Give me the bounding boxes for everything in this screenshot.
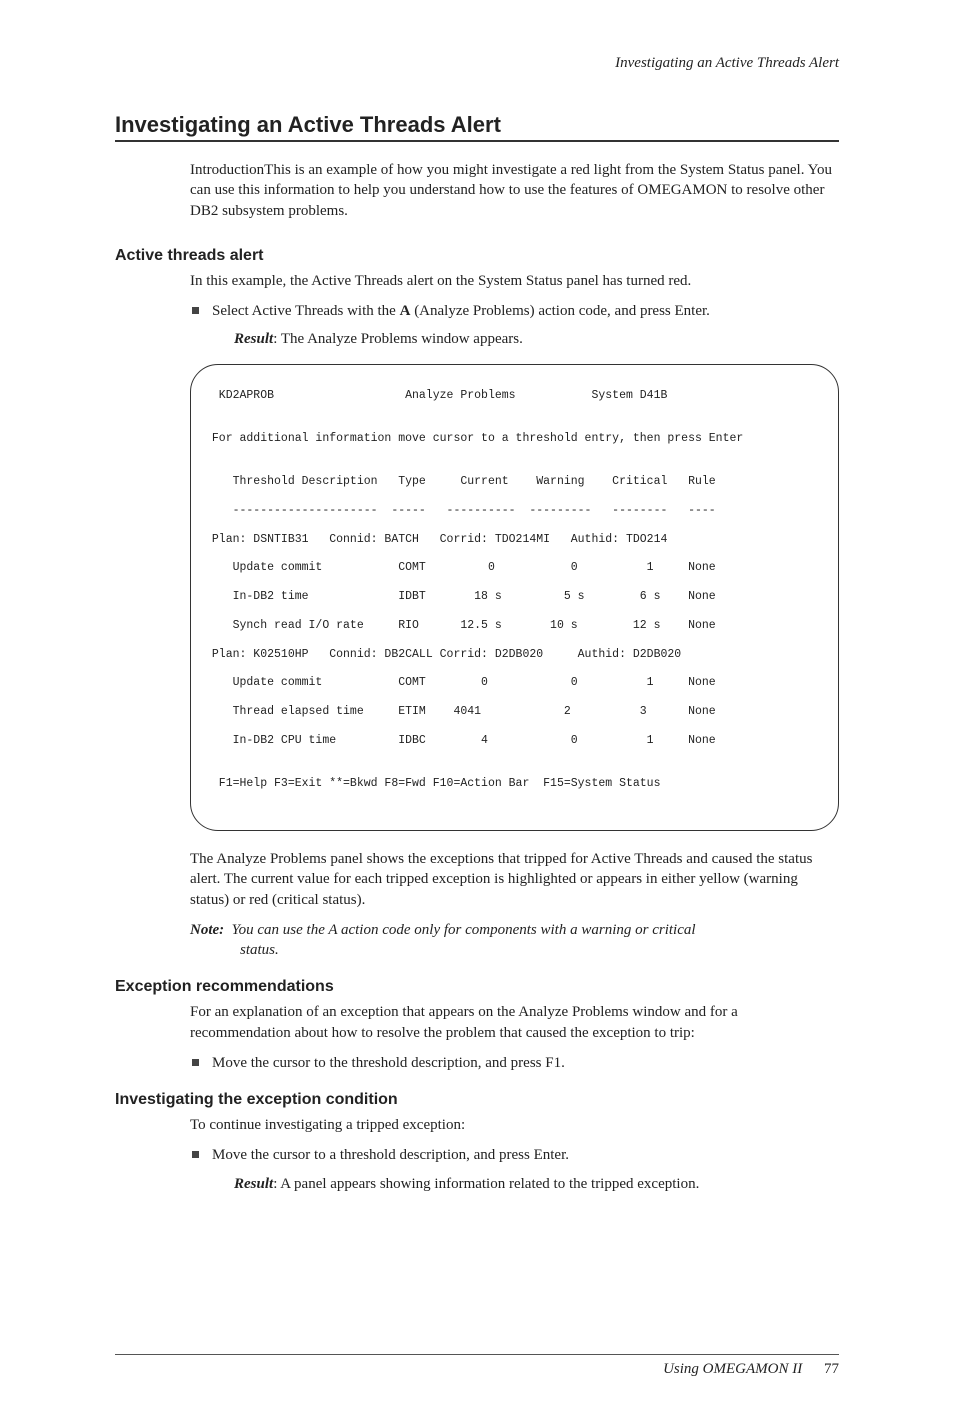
result-label: Result bbox=[234, 331, 273, 347]
active-threads-steps: Select Active Threads with the A (Analyz… bbox=[190, 301, 839, 350]
investigating-intro: To continue investigating a tripped exce… bbox=[190, 1115, 839, 1135]
step-text-pre: Select Active Threads with the bbox=[212, 303, 400, 319]
result-text-2: : A panel appears showing information re… bbox=[273, 1176, 699, 1192]
terminal-line: --------------------- ----- ---------- -… bbox=[205, 504, 824, 518]
result-label-2: Result bbox=[234, 1176, 273, 1192]
terminal-line: Update commit COMT 0 0 1 None bbox=[205, 676, 824, 690]
result-line: Result: The Analyze Problems window appe… bbox=[234, 329, 839, 349]
terminal-line: Threshold Description Type Current Warni… bbox=[205, 475, 824, 489]
intro-paragraph: IntroductionThis is an example of how yo… bbox=[190, 160, 839, 221]
step-move-cursor-f1: Move the cursor to the threshold descrip… bbox=[190, 1053, 839, 1073]
step-text-post: (Analyze Problems) action code, and pres… bbox=[410, 303, 710, 319]
exception-recs-intro: For an explanation of an exception that … bbox=[190, 1002, 839, 1043]
active-threads-intro: In this example, the Active Threads aler… bbox=[190, 271, 839, 291]
page-title: Investigating an Active Threads Alert bbox=[115, 112, 839, 142]
active-threads-block: In this example, the Active Threads aler… bbox=[190, 271, 839, 961]
after-terminal-paragraph: The Analyze Problems panel shows the exc… bbox=[190, 849, 839, 910]
exception-recs-block: For an explanation of an exception that … bbox=[190, 1002, 839, 1073]
subhead-investigating: Investigating the exception condition bbox=[115, 1091, 839, 1109]
investigating-block: To continue investigating a tripped exce… bbox=[190, 1115, 839, 1194]
step-move-cursor-enter: Move the cursor to a threshold descripti… bbox=[190, 1145, 839, 1194]
result-line-2: Result: A panel appears showing informat… bbox=[234, 1174, 839, 1194]
footer-page-number: 77 bbox=[824, 1361, 839, 1377]
note-label: Note: bbox=[190, 922, 224, 938]
subhead-active-threads: Active threads alert bbox=[115, 247, 839, 265]
terminal-line: Plan: K02510HP Connid: DB2CALL Corrid: D… bbox=[205, 648, 824, 662]
investigating-steps: Move the cursor to a threshold descripti… bbox=[190, 1145, 839, 1194]
page: Investigating an Active Threads Alert In… bbox=[0, 0, 954, 1418]
terminal-line: In-DB2 CPU time IDBC 4 0 1 None bbox=[205, 734, 824, 748]
running-head: Investigating an Active Threads Alert bbox=[115, 55, 839, 72]
terminal-line: Synch read I/O rate RIO 12.5 s 10 s 12 s… bbox=[205, 619, 824, 633]
terminal-line: KD2APROB Analyze Problems System D41B bbox=[205, 389, 824, 403]
result-text: : The Analyze Problems window appears. bbox=[273, 331, 523, 347]
note-block: Note: You can use the A action code only… bbox=[190, 920, 839, 961]
footer-book: Using OMEGAMON II bbox=[663, 1361, 802, 1377]
terminal-line: F1=Help F3=Exit **=Bkwd F8=Fwd F10=Actio… bbox=[205, 777, 824, 791]
exception-recs-steps: Move the cursor to the threshold descrip… bbox=[190, 1053, 839, 1073]
terminal-line: In-DB2 time IDBT 18 s 5 s 6 s None bbox=[205, 590, 824, 604]
subhead-exception-recs: Exception recommendations bbox=[115, 978, 839, 996]
step-text: Move the cursor to a threshold descripti… bbox=[212, 1147, 569, 1163]
page-footer: Using OMEGAMON II 77 bbox=[115, 1354, 839, 1378]
terminal-line: Thread elapsed time ETIM 4041 2 3 None bbox=[205, 705, 824, 719]
terminal-line: For additional information move cursor t… bbox=[205, 432, 824, 446]
step-select-active-threads: Select Active Threads with the A (Analyz… bbox=[190, 301, 839, 350]
note-text-line1b: You can use the A action code only for c… bbox=[232, 922, 696, 938]
terminal-line: Update commit COMT 0 0 1 None bbox=[205, 561, 824, 575]
step-text-bold: A bbox=[400, 303, 411, 319]
terminal-line: Plan: DSNTIB31 Connid: BATCH Corrid: TDO… bbox=[205, 533, 824, 547]
terminal-panel: KD2APROB Analyze Problems System D41B Fo… bbox=[190, 364, 839, 832]
note-text-line2: status. bbox=[240, 940, 839, 960]
